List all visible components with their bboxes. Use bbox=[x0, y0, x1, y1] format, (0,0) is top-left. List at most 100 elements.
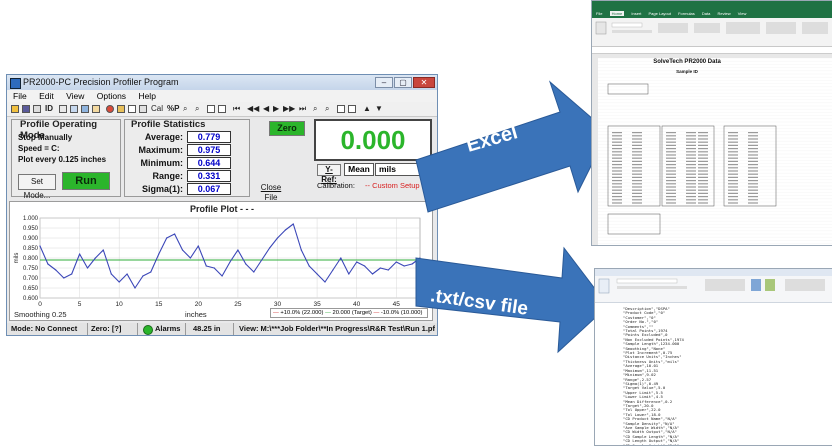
view-normal-icon[interactable] bbox=[337, 105, 345, 113]
profile-point bbox=[229, 261, 231, 263]
mean-field[interactable]: Mean bbox=[344, 163, 374, 176]
excel-cell-value bbox=[666, 164, 676, 166]
excel-cell-value bbox=[686, 151, 696, 153]
profile-point bbox=[364, 265, 366, 267]
set-mode-button[interactable]: Set Mode... bbox=[18, 174, 56, 200]
excel-cell-value bbox=[728, 148, 738, 150]
list-icon[interactable] bbox=[59, 105, 67, 113]
print-icon[interactable] bbox=[33, 105, 41, 113]
zoom-y-icon[interactable]: ⌕ bbox=[325, 104, 329, 114]
next-page-icon[interactable]: ▶▶ bbox=[283, 104, 295, 114]
excel-window-thumbnail: File Home Insert Page Layout Formulas Da… bbox=[591, 0, 832, 246]
zoom-in-icon[interactable]: ⌕ bbox=[183, 104, 187, 114]
excel-tab-home[interactable]: Home bbox=[609, 11, 625, 16]
chart-icon[interactable] bbox=[128, 105, 136, 113]
excel-cell-value bbox=[612, 157, 622, 159]
zoom-box-icon[interactable] bbox=[207, 105, 215, 113]
excel-cell-value bbox=[612, 138, 622, 140]
notepad-document[interactable]: "Description","DSPA" "Product Code","0" "C… bbox=[611, 303, 821, 445]
table-icon[interactable] bbox=[139, 105, 147, 113]
profile-point bbox=[110, 273, 112, 275]
excel-cell-value bbox=[748, 135, 758, 137]
excel-cell-value bbox=[632, 176, 642, 178]
excel-tab-data[interactable]: Data bbox=[702, 11, 710, 16]
excel-cell-value bbox=[728, 180, 738, 182]
excel-cell-value bbox=[612, 183, 622, 185]
excel-cell-value bbox=[686, 138, 696, 140]
menu-help[interactable]: Help bbox=[138, 91, 155, 101]
excel-tab-view[interactable]: View bbox=[738, 11, 747, 16]
excel-cell-value bbox=[748, 164, 758, 166]
excel-cell-value bbox=[686, 141, 696, 143]
next-icon[interactable]: ▶ bbox=[273, 104, 279, 114]
profile-point bbox=[269, 247, 271, 249]
save-icon[interactable] bbox=[22, 105, 30, 113]
excel-tab-file[interactable]: File bbox=[596, 11, 602, 16]
excel-tab-page-layout[interactable]: Page Layout bbox=[649, 11, 671, 16]
excel-cell-value bbox=[686, 173, 696, 175]
excel-cell-value bbox=[632, 132, 642, 134]
percent-button[interactable]: %P bbox=[167, 104, 179, 114]
profile-point bbox=[118, 281, 120, 283]
excel-cell-value bbox=[686, 180, 696, 182]
view-full-icon[interactable] bbox=[348, 105, 356, 113]
excel-cell-value bbox=[612, 202, 622, 204]
excel-cell-value bbox=[632, 151, 642, 153]
profile-point bbox=[395, 261, 397, 263]
profile-chart[interactable]: 0.600 0.650 0.700 0.750 0.800 0.850 0.900 0.950… bbox=[10, 202, 432, 320]
excel-cell-value bbox=[632, 164, 642, 166]
close-file-button[interactable]: Close File bbox=[257, 183, 285, 202]
excel-cell-value bbox=[632, 167, 642, 169]
zero-button[interactable]: Zero bbox=[269, 121, 305, 136]
scroll-up-icon[interactable]: ▲ bbox=[363, 104, 371, 114]
export-icon[interactable] bbox=[92, 105, 100, 113]
alarm-icon[interactable] bbox=[106, 105, 114, 113]
excel-cell-value bbox=[666, 186, 676, 188]
profile-point bbox=[276, 237, 279, 239]
profile-point bbox=[237, 249, 239, 251]
excel-cell-value bbox=[698, 183, 708, 185]
report-icon[interactable] bbox=[81, 105, 89, 113]
profile-point bbox=[55, 269, 57, 271]
excel-cell-value bbox=[728, 164, 738, 166]
first-page-icon[interactable]: ⏮ bbox=[233, 104, 240, 114]
excel-cell-value bbox=[728, 132, 738, 134]
menu-file[interactable]: File bbox=[13, 91, 27, 101]
excel-cell-value bbox=[728, 189, 738, 191]
zoom-fit-icon[interactable] bbox=[218, 105, 226, 113]
previous-icon[interactable]: ◀ bbox=[263, 104, 269, 114]
grid-icon[interactable] bbox=[70, 105, 78, 113]
last-page-icon[interactable]: ⏭ bbox=[299, 104, 306, 114]
cal-button[interactable]: Cal bbox=[151, 104, 163, 114]
excel-tab-formulas[interactable]: Formulas bbox=[678, 11, 695, 16]
excel-tab-insert[interactable]: Insert bbox=[631, 11, 641, 16]
profile-point bbox=[126, 273, 128, 275]
excel-cell-value bbox=[666, 199, 676, 201]
excel-cell-value bbox=[612, 176, 622, 178]
id-button[interactable]: ID bbox=[45, 104, 53, 114]
run-button[interactable]: Run bbox=[62, 172, 110, 190]
excel-tab-review[interactable]: Review bbox=[717, 11, 730, 16]
excel-formula-bar[interactable] bbox=[592, 47, 832, 54]
excel-cell-value bbox=[612, 173, 622, 175]
excel-cell-value bbox=[748, 138, 758, 140]
x-axis-label: inches bbox=[185, 310, 207, 319]
settings-icon[interactable] bbox=[117, 105, 125, 113]
zoom-x-icon[interactable]: ⌕ bbox=[313, 104, 317, 114]
yref-button[interactable]: Y-Ref: bbox=[317, 164, 341, 184]
excel-cell-value bbox=[728, 192, 738, 194]
scroll-down-icon[interactable]: ▼ bbox=[375, 104, 383, 114]
open-folder-icon[interactable] bbox=[11, 105, 19, 113]
excel-cell-value bbox=[686, 154, 696, 156]
profile-point bbox=[197, 245, 199, 247]
previous-page-icon[interactable]: ◀◀ bbox=[247, 104, 259, 114]
profile-point bbox=[71, 273, 73, 275]
excel-cell-value bbox=[612, 141, 622, 143]
zoom-out-icon[interactable]: ⌕ bbox=[195, 104, 199, 114]
excel-cell-value bbox=[686, 189, 696, 191]
excel-cell-value bbox=[632, 192, 642, 194]
menu-view[interactable]: View bbox=[66, 91, 84, 101]
minimize-button[interactable]: – bbox=[375, 77, 393, 88]
menu-options[interactable]: Options bbox=[97, 91, 126, 101]
menu-edit[interactable]: Edit bbox=[39, 91, 54, 101]
